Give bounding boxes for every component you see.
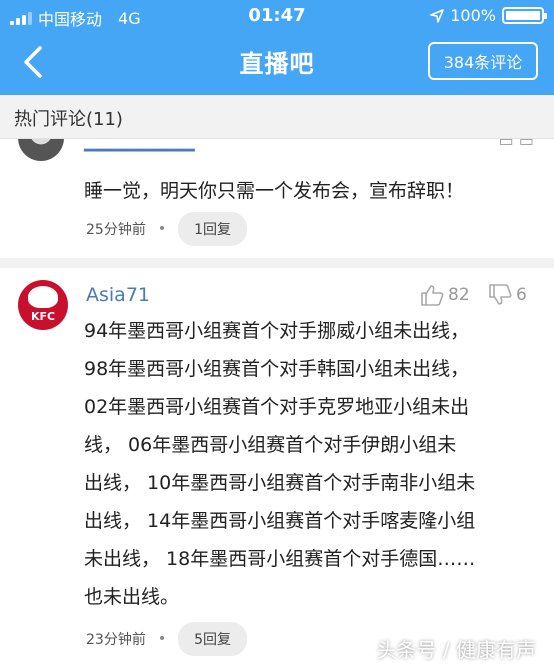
location-arrow-icon	[430, 8, 445, 23]
comment-line: 出线， 10年墨西哥小组赛首个对手南非小组未	[84, 472, 476, 494]
comment-line: 线， 06年墨西哥小组赛首个对手伊朗小组未	[84, 434, 457, 456]
thumbs-up-icon	[421, 285, 444, 306]
status-right: 100%	[430, 6, 547, 25]
reply-button[interactable]: 5回复	[178, 622, 248, 656]
comment-meta: 25分钟前 • 1回复	[86, 212, 248, 246]
username-cut: ▁▁▁▁▁▁▁▁	[84, 139, 195, 152]
comment-line: 02年墨西哥小组赛首个对手克罗地亚小组未出	[84, 396, 470, 418]
comment-text: 睡一觉，明天你只需一个发布会，宣布辞职！	[84, 180, 465, 202]
comment-line: 94年墨西哥小组赛首个对手挪威小组未出线，	[84, 320, 470, 342]
cut-off-comment-header: ▁▁▁▁▁▁▁▁ ▭ ▭	[0, 139, 554, 161]
comment-meta: 23分钟前 • 5回复	[86, 622, 248, 656]
comment-line: 也未出线。	[84, 586, 180, 608]
comments-count-button[interactable]: 384条评论	[428, 42, 538, 80]
stats-cut: ▭ ▭	[498, 139, 534, 150]
section-bar: 热门评论(11)	[0, 95, 554, 139]
comment-line: 出线， 14年墨西哥小组赛首个对手喀麦隆小组	[84, 510, 476, 532]
app-header: 中国移动 4G 01:47 100% 直播吧 384条评论	[0, 0, 554, 95]
avatar[interactable]	[18, 139, 64, 161]
avatar[interactable]: KFC	[18, 280, 68, 330]
username[interactable]: Asia71	[86, 284, 150, 306]
separator-dot: •	[157, 221, 167, 237]
comment-line: 98年墨西哥小组赛首个对手韩国小组未出线，	[84, 358, 470, 380]
dislike-button[interactable]: 6	[488, 284, 527, 306]
comment-time: 25分钟前	[86, 222, 146, 238]
status-bar: 中国移动 4G 01:47 100%	[0, 0, 554, 32]
divider	[0, 258, 554, 268]
battery-percent: 100%	[450, 6, 496, 25]
like-button[interactable]: 82	[420, 284, 470, 306]
like-count: 82	[448, 285, 470, 305]
reply-button[interactable]: 1回复	[178, 212, 248, 246]
dislike-count: 6	[516, 285, 527, 305]
separator-dot: •	[157, 631, 167, 647]
battery-icon	[502, 7, 547, 24]
thumbs-down-icon	[489, 284, 512, 305]
comment-time: 23分钟前	[86, 632, 146, 648]
comment-line: 未出线， 18年墨西哥小组赛首个对手德国……	[84, 548, 476, 570]
section-title: 热门评论(11)	[14, 109, 123, 130]
watermark: 头条号 / 健康有声	[376, 638, 536, 662]
